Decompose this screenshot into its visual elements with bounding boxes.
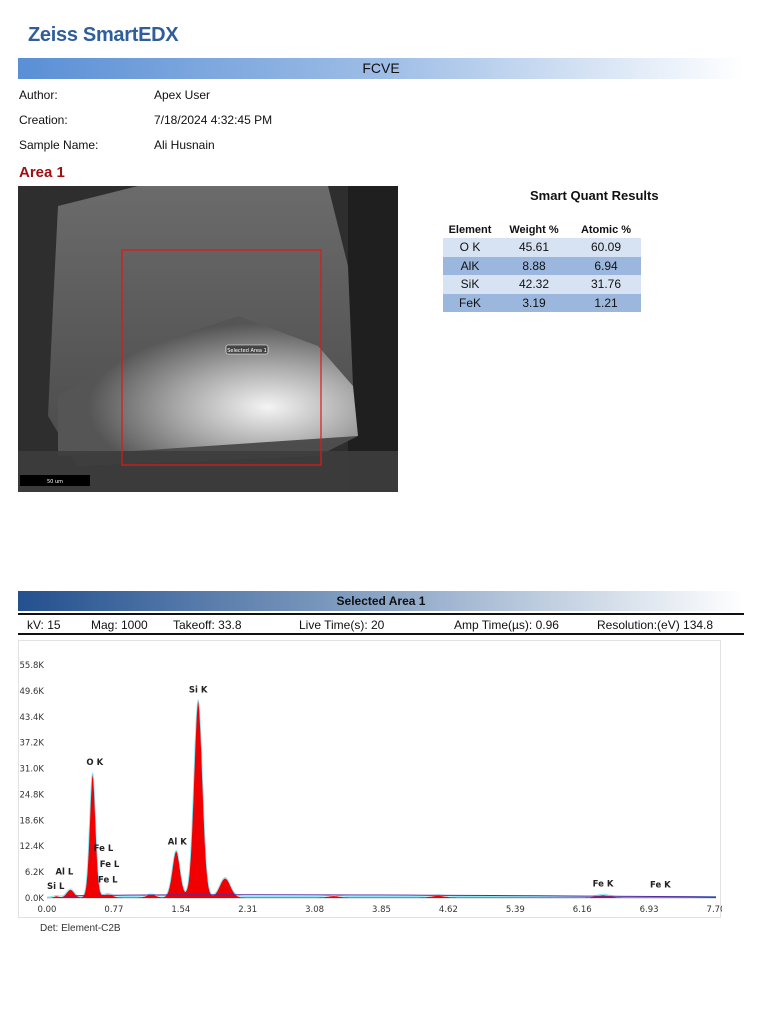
y-tick-label: 43.4K (20, 713, 45, 723)
y-tick-label: 0.0K (25, 894, 45, 904)
y-tick-label: 31.0K (20, 765, 45, 775)
y-tick-label: 37.2K (20, 739, 45, 749)
author-value: Apex User (154, 88, 211, 102)
spectrum-fill (47, 701, 716, 898)
cell: 45.61 (497, 238, 571, 257)
cell: O K (443, 238, 497, 257)
param-mag: Mag: 1000 (91, 618, 148, 632)
cell: 60.09 (571, 238, 641, 257)
peak-label: Si K (189, 686, 208, 696)
acquisition-params: kV: 15 Mag: 1000 Takeoff: 33.8 Live Time… (18, 613, 744, 635)
y-tick-label: 18.6K (20, 816, 45, 826)
param-live-time: Live Time(s): 20 (299, 618, 385, 632)
x-tick-label: 4.62 (439, 905, 458, 915)
cell: 31.76 (571, 275, 641, 294)
x-tick-label: 0.00 (38, 905, 57, 915)
cell: 42.32 (497, 275, 571, 294)
peak-label: Fe K (593, 879, 614, 889)
peak-label: Fe K (650, 881, 671, 891)
scale-bar-label: 50 um (47, 479, 63, 485)
sample-name-value: Ali Husnain (154, 138, 215, 152)
y-tick-label: 49.6K (20, 687, 45, 697)
peak-label: Fe L (94, 844, 114, 854)
x-tick-label: 3.85 (372, 905, 391, 915)
selection-label: Selected Area 1 (227, 348, 267, 354)
y-tick-label: 24.8K (20, 790, 45, 800)
cell: 6.94 (571, 256, 641, 275)
peak-label: O K (86, 758, 103, 768)
x-tick-label: 6.93 (640, 905, 659, 915)
peak-label: Al L (55, 868, 73, 878)
peak-label: Fe L (100, 860, 120, 870)
cell: FeK (443, 293, 497, 312)
x-tick-label: 5.39 (506, 905, 525, 915)
table-row: SiK 42.32 31.76 (443, 275, 641, 294)
table-row: AlK 8.88 6.94 (443, 256, 641, 275)
spectrum-chart: 0.0K 6.2K 12.4K 18.6K 24.8K 31.0K 37.2K 43.4K 49… (18, 640, 725, 918)
report-title-bar: FCVE (18, 58, 744, 79)
param-resolution: Resolution:(eV) 134.8 (597, 618, 714, 632)
spectrum-fit-line (47, 699, 716, 898)
quant-title: Smart Quant Results (530, 188, 659, 203)
x-tick-label: 7.70 (707, 905, 722, 915)
peak-label: Si L (47, 882, 65, 892)
detector-label: Det: Element-C2B (40, 923, 121, 934)
y-tick-label: 55.8K (20, 661, 45, 671)
spectrum-title-bar: Selected Area 1 (18, 591, 744, 611)
x-tick-label: 3.08 (305, 905, 324, 915)
cell: AlK (443, 256, 497, 275)
cell: 1.21 (571, 293, 641, 312)
cell: SiK (443, 275, 497, 294)
cell: 3.19 (497, 293, 571, 312)
area-title: Area 1 (19, 164, 65, 181)
x-tick-label: 2.31 (238, 905, 257, 915)
col-element: Element (448, 224, 492, 236)
x-tick-label: 0.77 (104, 905, 123, 915)
y-tick-label: 6.2K (25, 868, 45, 878)
cell: 8.88 (497, 256, 571, 275)
creation-value: 7/18/2024 4:32:45 PM (154, 113, 273, 127)
table-row: O K 45.61 60.09 (443, 238, 641, 257)
table-row: FeK 3.19 1.21 (443, 293, 641, 312)
col-weight: Weight % (509, 224, 559, 236)
peak-label: Fe L (98, 876, 118, 886)
param-amp-time: Amp Time(µs): 0.96 (454, 618, 559, 632)
param-takeoff: Takeoff: 33.8 (173, 618, 242, 632)
sample-name-label: Sample Name: (19, 138, 99, 152)
param-kv: kV: 15 (27, 618, 61, 632)
x-tick-label: 6.16 (573, 905, 592, 915)
quant-table: Element Weight % Atomic % O K 45.61 60.09 Al… (443, 222, 641, 312)
peak-label: Al K (168, 838, 187, 848)
y-tick-label: 12.4K (20, 842, 45, 852)
col-atomic: Atomic % (580, 224, 632, 236)
creation-label: Creation: (19, 113, 68, 127)
x-tick-label: 1.54 (171, 905, 190, 915)
brand-title: Zeiss SmartEDX (28, 24, 179, 46)
author-label: Author: (19, 88, 58, 102)
sem-image: 50 um Selected Area 1 (18, 186, 398, 492)
